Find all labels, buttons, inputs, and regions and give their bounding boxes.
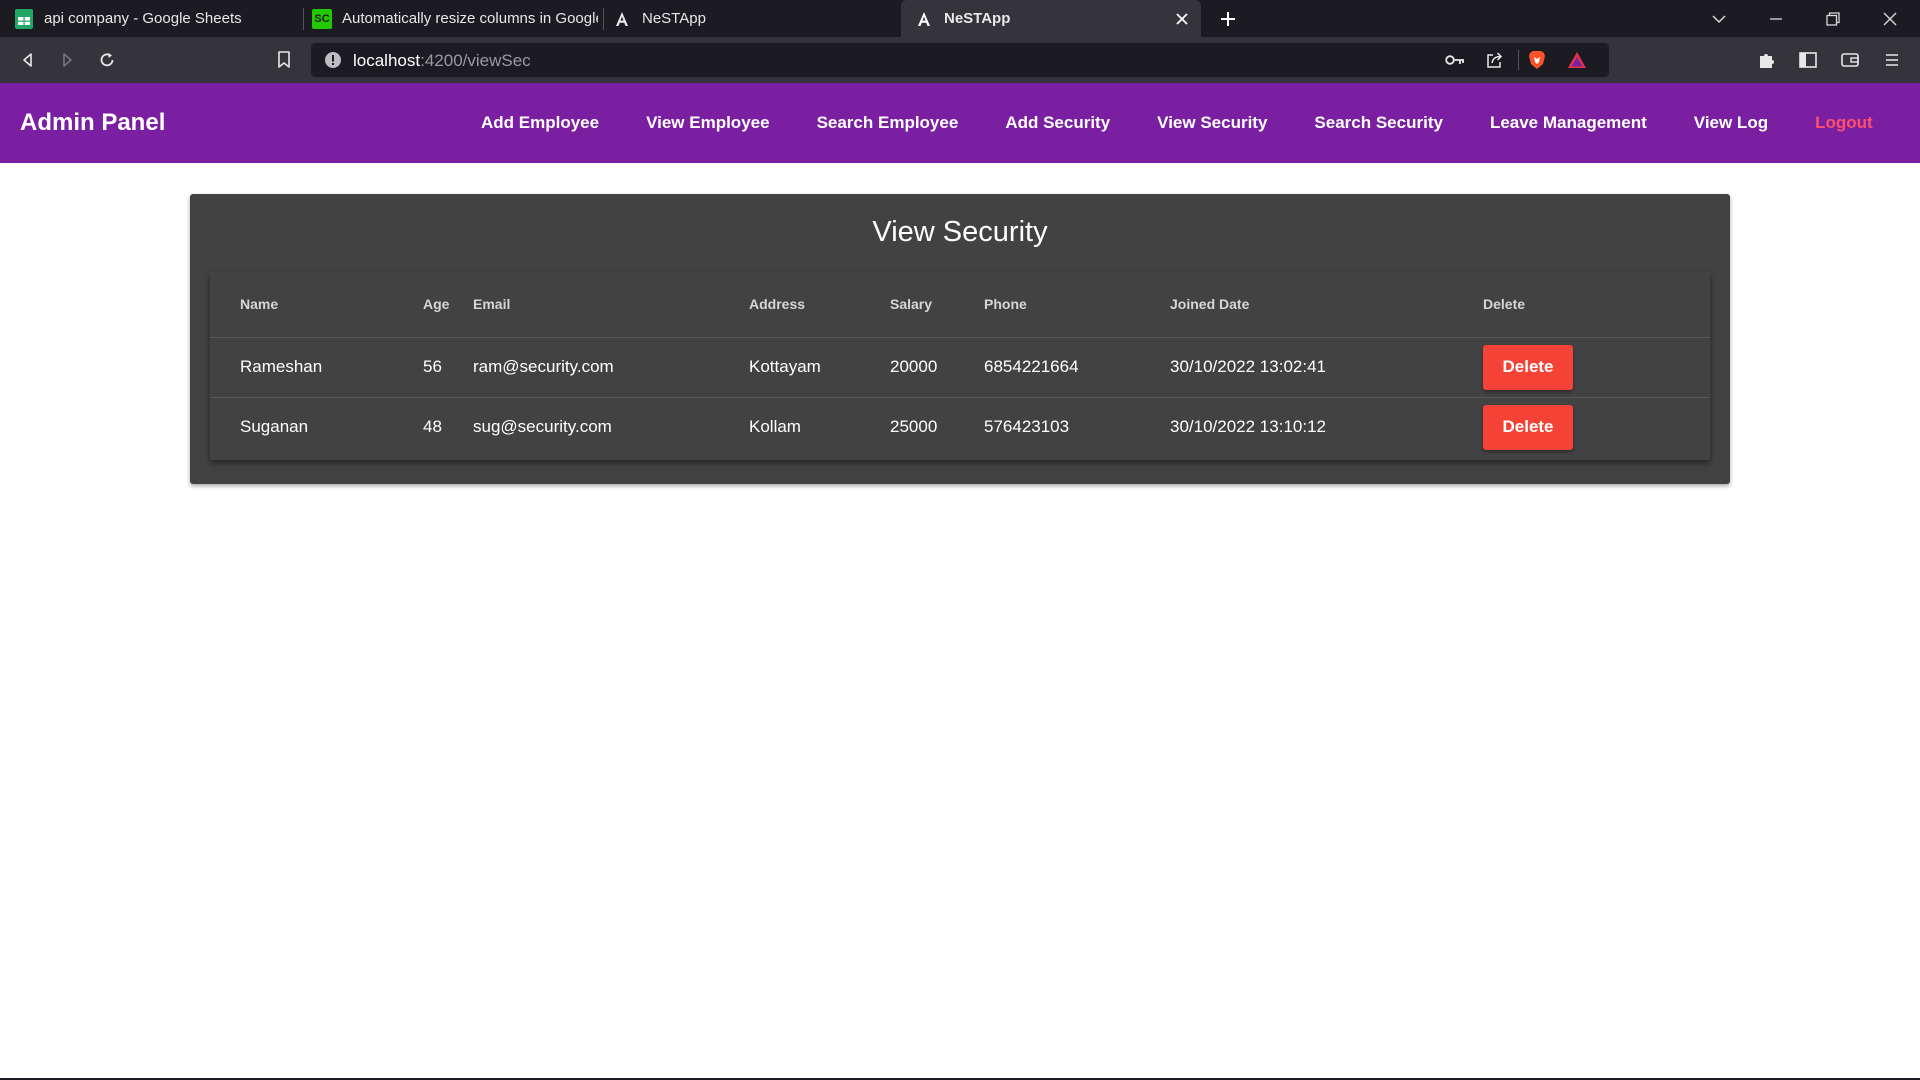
nav-view-security[interactable]: View Security xyxy=(1157,113,1267,133)
security-table: Name Age Email Address Salary Phone Join… xyxy=(210,272,1710,457)
wallet-icon[interactable] xyxy=(1836,46,1864,74)
nav-logout[interactable]: Logout xyxy=(1815,113,1873,133)
sidebar-toggle-icon[interactable] xyxy=(1794,46,1822,74)
column-header-joined-date: Joined Date xyxy=(1170,272,1483,338)
page-title: View Security xyxy=(872,216,1048,248)
tab-list-chevron-down-icon[interactable] xyxy=(1706,6,1732,32)
tab-title: NeSTApp xyxy=(642,10,706,27)
cell-delete: Delete xyxy=(1483,337,1710,398)
new-tab-plus-icon[interactable] xyxy=(1215,6,1241,32)
column-header-address: Address xyxy=(749,272,890,338)
url-host: localhost xyxy=(353,51,421,70)
angular-icon xyxy=(612,9,632,29)
browser-tab-nestapp[interactable]: NeSTApp xyxy=(612,0,898,37)
cell-email: ram@security.com xyxy=(473,337,749,398)
extensions-puzzle-icon[interactable] xyxy=(1753,46,1781,74)
column-header-name: Name xyxy=(210,272,423,338)
share-icon[interactable] xyxy=(1483,48,1507,72)
close-tab-icon[interactable] xyxy=(1171,8,1193,30)
browser-tab-nestapp-active[interactable]: NeSTApp xyxy=(901,0,1201,37)
tab-title: NeSTApp xyxy=(944,10,1011,27)
view-security-card: View Security Name Age Email Address Sal… xyxy=(190,194,1730,484)
cell-age: 48 xyxy=(423,417,442,437)
url-text: localhost:4200/viewSec xyxy=(353,51,531,71)
cell-phone: 6854221664 xyxy=(984,337,1170,398)
cell-phone: 576423103 xyxy=(984,417,1070,437)
nav-leave-management[interactable]: Leave Management xyxy=(1490,113,1647,133)
cell-address: Kottayam xyxy=(749,337,890,398)
nav-links: Add Employee View Employee Search Employ… xyxy=(481,83,1873,163)
bookmark-icon[interactable] xyxy=(270,46,298,74)
tab-divider xyxy=(303,8,304,30)
brave-shield-icon[interactable] xyxy=(1525,48,1549,72)
column-header-salary: Salary xyxy=(890,272,984,338)
brave-rewards-icon[interactable] xyxy=(1565,48,1589,72)
cell-age: 56 xyxy=(423,337,473,398)
column-header-email: Email xyxy=(473,272,749,338)
nav-view-employee[interactable]: View Employee xyxy=(646,113,769,133)
url-path: :4200/viewSec xyxy=(420,51,531,70)
url-divider xyxy=(1518,50,1519,70)
nav-search-security[interactable]: Search Security xyxy=(1314,113,1443,133)
column-header-phone: Phone xyxy=(984,272,1170,338)
table-row: Rameshan 56 ram@security.com Kottayam 20… xyxy=(210,337,1710,398)
nav-view-log[interactable]: View Log xyxy=(1694,113,1768,133)
nav-add-security[interactable]: Add Security xyxy=(1005,113,1110,133)
browser-toolbar: localhost:4200/viewSec xyxy=(0,37,1920,83)
tab-title: api company - Google Sheets xyxy=(44,10,242,27)
cell-joined-date: 30/10/2022 13:10:12 xyxy=(1170,417,1326,437)
sc-icon-text: SC xyxy=(314,12,330,25)
column-header-age: Age xyxy=(423,272,473,338)
table-row: Suganan 48 sug@security.com Kollam 25000… xyxy=(210,397,1710,457)
cell-salary: 20000 xyxy=(890,337,984,398)
cell-delete: Delete xyxy=(1483,397,1710,457)
cell-address: Kollam xyxy=(749,417,801,437)
google-sheets-icon xyxy=(14,8,34,29)
nav-add-employee[interactable]: Add Employee xyxy=(481,113,599,133)
site-info-icon[interactable] xyxy=(321,48,345,72)
tab-divider xyxy=(603,8,604,30)
admin-navbar: Admin Panel Add Employee View Employee S… xyxy=(0,83,1920,163)
sc-icon: SC xyxy=(312,8,332,29)
cell-name: Suganan xyxy=(240,417,309,437)
address-bar[interactable]: localhost:4200/viewSec xyxy=(311,43,1609,77)
cell-joined-date: 30/10/2022 13:02:41 xyxy=(1170,337,1483,398)
tab-title: Automatically resize columns in Google xyxy=(342,10,598,27)
browser-tab-strip: api company - Google Sheets SC Automatic… xyxy=(0,0,1920,37)
delete-button[interactable]: Delete xyxy=(1483,344,1573,390)
brand-title[interactable]: Admin Panel xyxy=(20,109,165,137)
security-table-container: Name Age Email Address Salary Phone Join… xyxy=(210,272,1710,460)
column-header-delete: Delete xyxy=(1483,272,1710,338)
menu-hamburger-icon[interactable] xyxy=(1878,46,1906,74)
nav-search-employee[interactable]: Search Employee xyxy=(817,113,959,133)
cell-email: sug@security.com xyxy=(473,417,612,437)
restore-icon[interactable] xyxy=(1820,6,1846,32)
delete-button[interactable]: Delete xyxy=(1483,404,1573,450)
browser-tab-resize-columns[interactable]: SC Automatically resize columns in Googl… xyxy=(312,0,598,37)
minimize-icon[interactable] xyxy=(1763,6,1789,32)
cell-name: Rameshan xyxy=(210,337,423,398)
reload-icon[interactable] xyxy=(93,46,121,74)
back-icon[interactable] xyxy=(14,46,42,74)
table-header-row: Name Age Email Address Salary Phone Join… xyxy=(210,272,1710,338)
key-icon[interactable] xyxy=(1443,48,1467,72)
forward-icon[interactable] xyxy=(53,46,81,74)
angular-icon xyxy=(914,9,934,29)
close-window-icon[interactable] xyxy=(1877,6,1903,32)
browser-tab-sheets[interactable]: api company - Google Sheets xyxy=(14,0,300,37)
cell-salary: 25000 xyxy=(890,417,938,437)
